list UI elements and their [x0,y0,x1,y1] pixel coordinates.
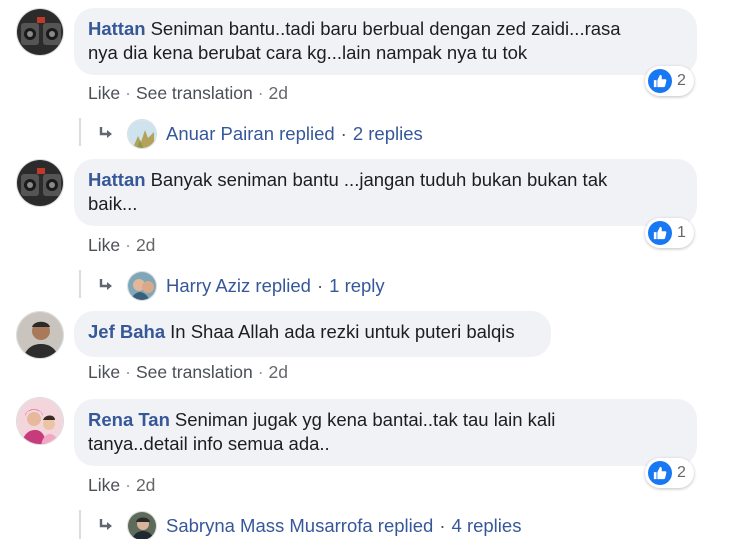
comment-actions: Like · 2d [88,234,155,256]
like-thumb-icon [648,69,672,93]
reply-count: 1 reply [329,275,385,296]
replier-name: Anuar Pairan replied [166,123,335,144]
reaction-count: 1 [677,224,686,241]
reaction-count-badge[interactable]: 2 [645,66,694,96]
like-button[interactable]: Like [88,362,120,382]
reply-count: 4 replies [451,515,522,536]
see-translation-link[interactable]: See translation [136,83,253,103]
avatar-hattan[interactable] [16,8,64,56]
comment-bubble: Hattan Banyak seniman bantu ...jangan tud… [74,159,697,226]
comment-actions: Like · 2d [88,474,155,496]
replier-avatar [127,511,157,539]
separator-dot: · [125,235,131,255]
see-translation-link[interactable]: See translation [136,362,253,382]
replier-avatar [127,271,157,301]
reaction-count-badge[interactable]: 2 [645,458,694,488]
comment-bubble: Rena Tan Seniman jugak yg kena bantai..ta… [74,399,697,466]
reply-arrow-icon [99,519,112,530]
like-thumb-icon [648,461,672,485]
avatar-hattan[interactable] [16,159,64,207]
separator-dot: · [125,83,131,103]
like-button[interactable]: Like [88,83,120,103]
separator-dot: · [125,475,131,495]
comment-timestamp[interactable]: 2d [269,362,288,382]
comment-timestamp[interactable]: 2d [269,83,288,103]
comment-text-line-2: baik... [88,193,138,214]
separator-dot: · [316,275,324,296]
separator-dot: · [439,515,446,536]
reaction-count: 2 [677,464,686,481]
replier-name: Harry Aziz replied [166,275,311,296]
comment-text-line-1: Banyak seniman bantu ...jangan tuduh buk… [150,169,608,190]
comment-text-line-2: tanya..detail info semua ada.. [88,433,330,454]
reply-arrow-icon [99,279,112,290]
avatar-rena-tan[interactable] [16,397,64,445]
thread-line [79,270,81,298]
separator-dot: · [257,362,264,382]
like-button[interactable]: Like [88,235,120,255]
comment-timestamp[interactable]: 2d [136,475,155,495]
comment-text-line-1: Seniman bantu..tadi baru berbual dengan … [150,18,621,39]
thread-line [79,118,81,146]
separator-dot: · [257,83,264,103]
separator-dot: · [340,123,347,144]
view-replies-link[interactable]: Anuar Pairan replied · 2 replies [96,119,423,149]
reaction-count: 2 [677,72,686,89]
view-replies-link[interactable]: Harry Aziz replied · 1 reply [96,271,385,301]
view-replies-link[interactable]: Sabryna Mass Musarrofa replied · 4 replies [96,511,521,539]
comment-author[interactable]: Rena Tan [88,409,170,430]
like-thumb-icon [648,221,672,245]
reaction-count-badge[interactable]: 1 [645,218,694,248]
like-button[interactable]: Like [88,475,120,495]
separator-dot: · [125,362,131,382]
comment-actions: Like · See translation · 2d [88,82,288,104]
comment-text-line-2: nya dia kena berubat cara kg...lain namp… [88,42,528,63]
replier-name: Sabryna Mass Musarrofa replied [166,515,434,536]
avatar-jef-baha[interactable] [16,311,64,359]
comment-author[interactable]: Jef Baha [88,321,165,342]
comment-timestamp[interactable]: 2d [136,235,155,255]
comment-author[interactable]: Hattan [88,18,146,39]
comment-bubble: Hattan Seniman bantu..tadi baru berbual d… [74,8,697,75]
comment-text: In Shaa Allah ada rezki untuk puteri bal… [170,321,515,342]
comment-author[interactable]: Hattan [88,169,146,190]
reply-arrow-icon [99,127,112,138]
comment-actions: Like · See translation · 2d [88,361,288,383]
thread-line [79,510,81,539]
replier-avatar [127,119,157,149]
comment-text-line-1: Seniman jugak yg kena bantai..tak tau la… [174,409,556,430]
reply-count: 2 replies [352,123,423,144]
comment-bubble: Jef Baha In Shaa Allah ada rezki untuk pu… [74,311,551,357]
